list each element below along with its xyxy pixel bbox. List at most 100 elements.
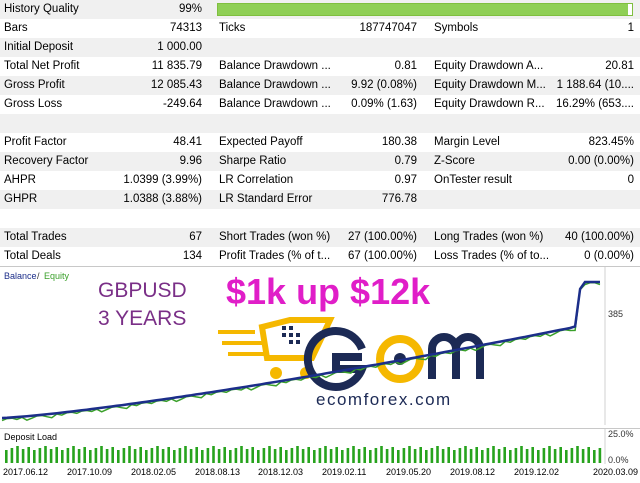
stats-row: History Quality 99%: [0, 0, 640, 19]
speed-lines-icon: [218, 330, 266, 356]
stat-value: 0.79: [394, 155, 417, 167]
stat-label: Bars: [4, 22, 28, 34]
deposit-load-bar: [161, 449, 165, 463]
stat-label: Balance Drawdown ...: [219, 60, 331, 72]
deposit-load-svg: Deposit Load 25.0% 0.0%: [4, 429, 634, 465]
stats-row: GHPR 1.0388 (3.88%) LR Standard Error 776.7…: [0, 190, 640, 209]
deposit-load-bar: [301, 449, 305, 463]
stat-label: Margin Level: [434, 136, 500, 148]
deposit-load-bar: [296, 446, 299, 463]
stat-value: 1.0388 (3.88%): [123, 193, 202, 205]
deposit-load-bar: [335, 447, 338, 463]
deposit-load-bar: [313, 450, 316, 463]
deposit-load-bar: [542, 448, 546, 463]
stat-value: 0.00 (0.00%): [568, 155, 634, 167]
deposit-load-bar: [570, 448, 574, 463]
deposit-load-bar: [94, 448, 98, 463]
stat-value: 1 188.64 (10....: [556, 79, 634, 91]
stat-label: Balance Drawdown ...: [219, 79, 331, 91]
deposit-load-bar: [133, 449, 137, 463]
date-axis-svg: 2017.06.12 2017.10.09 2018.02.05 2018.08.13…: [3, 467, 638, 477]
stat-value: 48.41: [173, 136, 202, 148]
stat-label: Symbols: [434, 22, 479, 34]
x-axis-date-label: 2018.08.13: [195, 467, 240, 477]
stat-value: 99%: [178, 3, 202, 15]
deposit-load-bar: [497, 449, 501, 463]
stat-label: Expected Payoff: [219, 136, 303, 148]
legend-separator: /: [37, 271, 40, 281]
stat-label: Recovery Factor: [4, 155, 89, 167]
deposit-load-bar: [553, 449, 557, 463]
deposit-load-bar: [83, 447, 86, 463]
stat-label: AHPR: [4, 174, 36, 186]
deposit-load-bar: [61, 450, 64, 463]
deposit-load-bar: [150, 448, 154, 463]
pixel-dots-icon: [282, 326, 300, 344]
x-axis-date-label: 2017.06.12: [3, 467, 48, 477]
deposit-load-bar: [509, 450, 512, 463]
stat-value: 1.0399 (3.99%): [123, 174, 202, 186]
stat-label: Total Net Profit: [4, 60, 80, 72]
stats-row: Initial Deposit 1 000.00: [0, 38, 640, 57]
stat-value: 74313: [170, 22, 202, 34]
deposit-load-bar: [464, 446, 467, 463]
deposit-load-bar: [514, 448, 518, 463]
stats-row: AHPR 1.0399 (3.99%) LR Correlation 0.97 OnTe…: [0, 171, 640, 190]
deposit-load-bar: [16, 446, 19, 463]
stat-value: 187747047: [359, 22, 417, 34]
deposit-load-bar: [537, 450, 540, 463]
deposit-load-bar: [21, 449, 25, 463]
stats-row: Total Net Profit 11 835.79 Balance Drawdow…: [0, 57, 640, 76]
stat-label: Sharpe Ratio: [219, 155, 287, 167]
deposit-load-bar: [167, 447, 170, 463]
stat-value: 823.45%: [588, 136, 634, 148]
x-axis-date-label: 2017.10.09: [67, 467, 112, 477]
deposit-load-bar: [229, 450, 232, 463]
deposit-load-bar: [195, 447, 198, 463]
deposit-load-bar: [66, 448, 70, 463]
deposit-load-bar: [33, 450, 36, 463]
stat-value: 1 000.00: [157, 41, 202, 53]
logo-letter-e: [303, 327, 368, 391]
stat-value: 11 835.79: [151, 60, 202, 72]
stat-label: LR Correlation: [219, 174, 294, 186]
history-quality-fill: [218, 4, 628, 15]
stat-label: OnTester result: [434, 174, 512, 186]
deposit-load-bar: [447, 447, 450, 463]
stat-label: Total Trades: [4, 231, 67, 243]
deposit-load-bar: [318, 448, 322, 463]
deposit-load-bar: [49, 449, 53, 463]
stats-spacer-row: [0, 114, 640, 133]
deposit-load-bar: [117, 450, 120, 463]
deposit-load-bar: [486, 448, 490, 463]
x-axis-date-label: 2019.12.02: [514, 467, 559, 477]
brand-domain: ecomforex.com: [316, 390, 452, 409]
deposit-load-bar: [385, 449, 389, 463]
legend-equity: Equity: [44, 271, 70, 281]
stat-label: Total Deals: [4, 250, 61, 262]
y-axis-ticks: 11592879059893187385: [608, 61, 632, 319]
stat-label: History Quality: [4, 3, 79, 15]
stats-spacer-row: [0, 209, 640, 228]
overlay-headline: $1k up $12k: [226, 271, 431, 312]
stat-value: 40 (100.00%): [564, 231, 634, 243]
deposit-load-bar: [419, 447, 422, 463]
deposit-load-bar: [262, 448, 266, 463]
stat-label: Initial Deposit: [4, 41, 74, 53]
deposit-load-bar: [576, 446, 579, 463]
date-axis: 2017.06.12 2017.10.09 2018.02.05 2018.08.13…: [0, 464, 640, 480]
deposit-load-bar: [425, 450, 428, 463]
stat-value: 0.81: [394, 60, 417, 72]
stat-value: 27 (100.00%): [347, 231, 417, 243]
legend-balance: Balance: [4, 271, 37, 281]
deposit-load-bar: [430, 448, 434, 463]
deposit-load-bar: [408, 446, 411, 463]
deposit-load-bar: [217, 449, 221, 463]
stat-label: Profit Factor: [4, 136, 67, 148]
deposit-load-bar: [503, 447, 506, 463]
deposit-load-bar: [458, 448, 462, 463]
deposit-load-bar: [525, 449, 529, 463]
deposit-load-bar: [122, 448, 126, 463]
deposit-load-bar: [374, 448, 378, 463]
stat-value: -249.64: [162, 98, 202, 110]
